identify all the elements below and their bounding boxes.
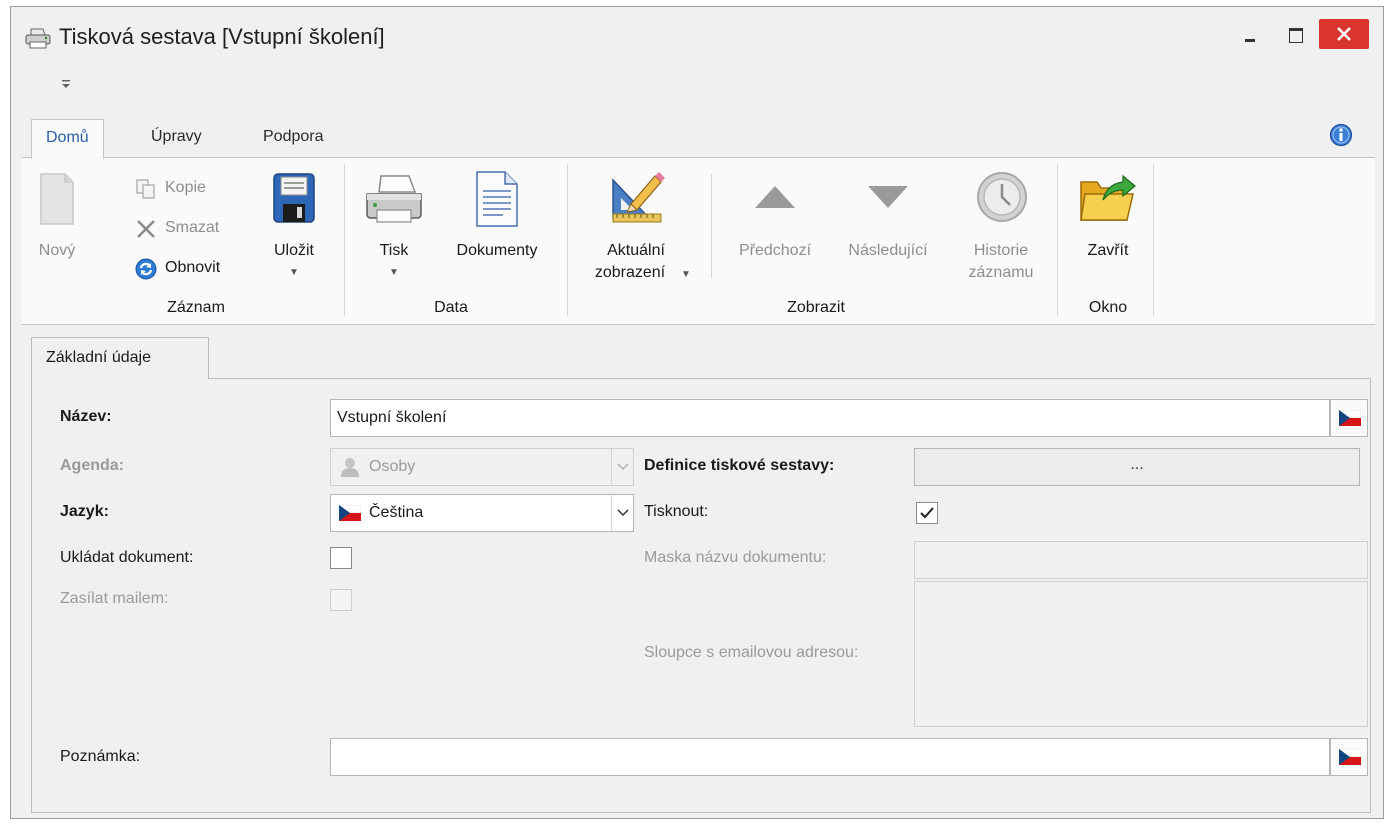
czech-flag-icon bbox=[1339, 749, 1361, 765]
print-checkbox-label: Tisknout: bbox=[644, 503, 709, 520]
current-view-label-line2: zobrazení bbox=[594, 264, 666, 281]
previous-button[interactable]: Předchozí bbox=[725, 168, 825, 278]
group-separator bbox=[567, 164, 568, 316]
send-mail-checkbox bbox=[330, 589, 352, 611]
current-view-button[interactable]: Aktuální zobrazení ▼ bbox=[577, 168, 695, 288]
name-label: Název: bbox=[60, 408, 112, 425]
language-label: Jazyk: bbox=[60, 503, 109, 520]
separator bbox=[711, 174, 712, 278]
delete-button[interactable]: Smazat bbox=[135, 216, 245, 240]
new-button[interactable]: Nový bbox=[29, 168, 85, 278]
agenda-dropdown-icon bbox=[611, 449, 633, 485]
language-dropdown-icon[interactable] bbox=[611, 495, 633, 531]
name-input[interactable]: Vstupní školení bbox=[330, 399, 1330, 437]
agenda-value: Osoby bbox=[369, 458, 416, 475]
save-document-checkbox[interactable] bbox=[330, 547, 352, 569]
doc-name-mask-label: Maska názvu dokumentu: bbox=[644, 549, 827, 566]
send-mail-label: Zasílat mailem: bbox=[60, 590, 169, 607]
delete-x-icon bbox=[137, 220, 155, 238]
print-dropdown-icon: ▼ bbox=[389, 267, 399, 278]
czech-flag-icon bbox=[339, 505, 361, 521]
documents-button[interactable]: Dokumenty bbox=[441, 168, 553, 278]
print-button[interactable]: Tisk ▼ bbox=[359, 168, 429, 288]
content-area: Základní údaje Název: Vstupní školení Ag… bbox=[21, 325, 1375, 815]
note-label: Poznámka: bbox=[60, 748, 141, 765]
group-label-window: Okno bbox=[1088, 299, 1128, 316]
new-document-icon bbox=[40, 173, 74, 225]
history-label-line1: Historie bbox=[973, 242, 1029, 259]
save-label: Uložit bbox=[273, 242, 314, 259]
definition-browse-button[interactable]: ... bbox=[914, 448, 1360, 486]
copy-button[interactable]: Kopie bbox=[135, 176, 245, 200]
tab-edit[interactable]: Úpravy bbox=[137, 119, 216, 157]
title-bar: Tisková sestava [Vstupní školení] bbox=[11, 7, 1383, 67]
person-icon bbox=[341, 458, 359, 477]
group-label-data: Data bbox=[434, 299, 468, 316]
doc-name-mask-input bbox=[914, 541, 1368, 579]
refresh-icon bbox=[135, 258, 157, 280]
documents-label: Dokumenty bbox=[456, 242, 538, 259]
print-checkbox[interactable] bbox=[916, 502, 938, 524]
printer-icon bbox=[25, 28, 51, 49]
language-value: Čeština bbox=[369, 504, 424, 521]
copy-label: Kopie bbox=[165, 179, 206, 196]
previous-label: Předchozí bbox=[738, 242, 812, 259]
checkmark-icon bbox=[920, 507, 934, 519]
group-label-view: Zobrazit bbox=[787, 299, 845, 316]
name-translate-button[interactable] bbox=[1330, 399, 1368, 437]
ruler-pencil-icon bbox=[612, 172, 665, 223]
document-icon bbox=[476, 171, 518, 227]
group-separator bbox=[344, 164, 345, 316]
group-label-record: Záznam bbox=[167, 299, 225, 316]
record-history-button[interactable]: Historie záznamu bbox=[953, 168, 1049, 298]
refresh-label: Obnovit bbox=[165, 259, 221, 276]
save-disk-icon bbox=[273, 173, 315, 223]
note-translate-button[interactable] bbox=[1330, 738, 1368, 776]
note-input[interactable] bbox=[330, 738, 1330, 776]
triangle-down-icon bbox=[868, 186, 908, 208]
agenda-label: Agenda: bbox=[60, 457, 124, 474]
tab-home[interactable]: Domů bbox=[31, 119, 104, 159]
maximize-button[interactable] bbox=[1273, 19, 1317, 49]
close-window-button[interactable] bbox=[1319, 19, 1369, 49]
refresh-button[interactable]: Obnovit bbox=[135, 256, 245, 280]
print-label: Tisk bbox=[379, 242, 409, 259]
current-view-label-line1: Aktuální bbox=[607, 242, 665, 259]
group-separator bbox=[1153, 164, 1154, 316]
email-columns-list bbox=[914, 581, 1368, 727]
quick-access-dropdown-icon[interactable] bbox=[55, 75, 77, 93]
triangle-up-icon bbox=[755, 186, 795, 208]
history-label-line2: záznamu bbox=[968, 264, 1034, 281]
czech-flag-icon bbox=[1339, 410, 1361, 426]
tab-basic-info[interactable]: Základní údaje bbox=[31, 337, 209, 379]
save-button[interactable]: Uložit ▼ bbox=[259, 168, 329, 288]
close-icon bbox=[1337, 27, 1351, 41]
current-view-dropdown-icon: ▼ bbox=[681, 269, 691, 280]
language-combobox[interactable]: Čeština bbox=[330, 494, 634, 532]
delete-label: Smazat bbox=[165, 219, 220, 236]
new-label: Nový bbox=[38, 242, 76, 259]
definition-label: Definice tiskové sestavy: bbox=[644, 457, 835, 474]
printer-icon bbox=[366, 175, 422, 223]
ribbon: Nový Kopie Smazat Obnovit Uložit ▼ Zázna… bbox=[21, 157, 1375, 325]
tab-support[interactable]: Podpora bbox=[249, 119, 338, 157]
next-button[interactable]: Následující bbox=[833, 168, 943, 278]
window-title: Tisková sestava [Vstupní školení] bbox=[59, 24, 385, 49]
save-document-label: Ukládat dokument: bbox=[60, 549, 194, 566]
minimize-button[interactable] bbox=[1227, 19, 1271, 49]
report-window: Tisková sestava [Vstupní školení] Domů Ú… bbox=[10, 6, 1384, 819]
form-panel: Název: Vstupní školení Agenda: Osoby Def… bbox=[31, 378, 1371, 813]
copy-icon bbox=[136, 179, 155, 199]
group-separator bbox=[1057, 164, 1058, 316]
close-button[interactable]: Zavřít bbox=[1067, 168, 1149, 278]
clock-history-icon bbox=[977, 172, 1027, 222]
agenda-combobox: Osoby bbox=[330, 448, 634, 486]
email-columns-label: Sloupce s emailovou adresou: bbox=[644, 644, 859, 661]
info-icon[interactable] bbox=[1329, 123, 1353, 147]
save-dropdown-icon: ▼ bbox=[289, 267, 299, 278]
next-label: Následující bbox=[848, 242, 928, 259]
folder-exit-icon bbox=[1080, 174, 1136, 221]
close-label: Zavřít bbox=[1087, 242, 1129, 259]
